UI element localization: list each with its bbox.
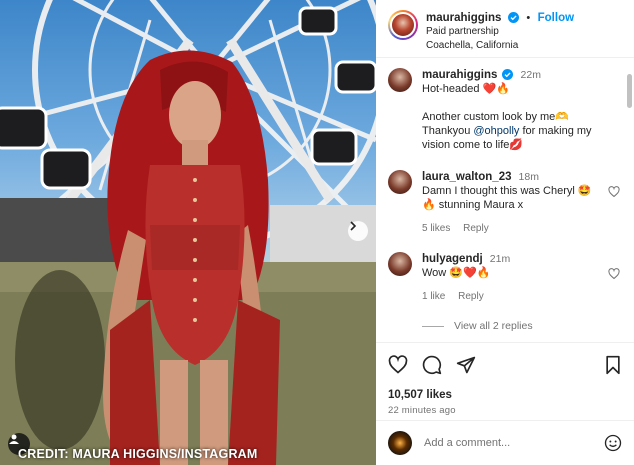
caption: maurahiggins 22m Hot-headed ❤️🔥 Another …	[388, 68, 622, 152]
post-actions: 10,507 likes 22 minutes ago	[376, 342, 634, 416]
view-replies-button[interactable]: View all 2 replies	[422, 320, 622, 332]
comment-username[interactable]: hulyagendj	[422, 253, 483, 265]
author-avatar[interactable]	[388, 10, 418, 40]
photo-credit: CREDIT: MAURA HIGGINS/INSTAGRAM	[18, 447, 258, 461]
caption-line-2: Another custom look by me🫶 Thankyou @ohp…	[422, 110, 614, 152]
reply-button[interactable]: Reply	[458, 291, 484, 302]
share-button[interactable]	[456, 355, 476, 375]
comment-time[interactable]: 21m	[490, 253, 510, 265]
heart-icon	[388, 355, 408, 374]
caption-time[interactable]: 22m	[521, 69, 541, 81]
mention-link[interactable]: @ohpolly	[473, 125, 519, 137]
comment-likes[interactable]: 5 likes	[422, 223, 450, 234]
carousel-next-button[interactable]	[348, 221, 368, 241]
reply-button[interactable]: Reply	[463, 223, 489, 234]
comment-input[interactable]	[424, 437, 604, 449]
comment-item: laura_walton_23 18m Damn I thought this …	[388, 170, 622, 236]
post-header: maurahiggins • Follow Paid partnership C…	[376, 0, 634, 58]
likes-count[interactable]: 10,507 likes	[388, 389, 622, 401]
post-photo[interactable]: CREDIT: MAURA HIGGINS/INSTAGRAM	[0, 0, 376, 465]
verified-badge-icon	[507, 12, 519, 23]
replies-divider	[422, 325, 444, 327]
post-side-panel: maurahiggins • Follow Paid partnership C…	[376, 0, 634, 465]
comment-username[interactable]: laura_walton_23	[422, 171, 511, 183]
paid-partnership-label[interactable]: Paid partnership	[426, 25, 574, 39]
caption-line-1: Hot-headed ❤️🔥	[422, 83, 510, 95]
current-user-avatar	[388, 431, 412, 455]
commenter-avatar[interactable]	[388, 170, 412, 194]
comment-likes[interactable]: 1 like	[422, 291, 445, 302]
post-timestamp[interactable]: 22 minutes ago	[388, 405, 622, 416]
commenter-avatar[interactable]	[388, 252, 412, 276]
bookmark-icon	[606, 355, 620, 375]
comment-item: hulyagendj 21m Wow 🤩❤️🔥 1 like Reply	[388, 252, 622, 304]
comments-scrollbar[interactable]	[627, 70, 632, 340]
save-button[interactable]	[604, 355, 622, 375]
caption-username[interactable]: maurahiggins	[422, 69, 497, 81]
comment-button[interactable]	[422, 355, 442, 375]
separator-dot: •	[526, 12, 531, 24]
heart-icon[interactable]	[608, 186, 620, 198]
view-replies-label: View all 2 replies	[454, 320, 533, 332]
comments-list[interactable]: maurahiggins 22m Hot-headed ❤️🔥 Another …	[376, 58, 634, 342]
person-tag-icon	[9, 434, 19, 444]
heart-icon[interactable]	[608, 268, 620, 280]
photo-illustration	[0, 0, 376, 465]
chevron-right-icon	[350, 221, 357, 231]
verified-badge-icon	[502, 69, 514, 80]
emoji-icon[interactable]	[604, 434, 622, 452]
caption-avatar[interactable]	[388, 68, 412, 92]
comment-time[interactable]: 18m	[519, 171, 539, 183]
location-link[interactable]: Coachella, California	[426, 39, 574, 53]
share-icon	[456, 356, 476, 374]
like-button[interactable]	[388, 355, 408, 375]
add-comment-bar	[376, 420, 634, 465]
comment-text: Wow 🤩❤️🔥	[422, 267, 491, 279]
comment-text: Damn I thought this was Cheryl 🤩 🔥 stunn…	[422, 185, 592, 211]
comment-icon	[422, 355, 442, 375]
author-username[interactable]: maurahiggins	[426, 12, 501, 24]
follow-button[interactable]: Follow	[538, 12, 574, 24]
